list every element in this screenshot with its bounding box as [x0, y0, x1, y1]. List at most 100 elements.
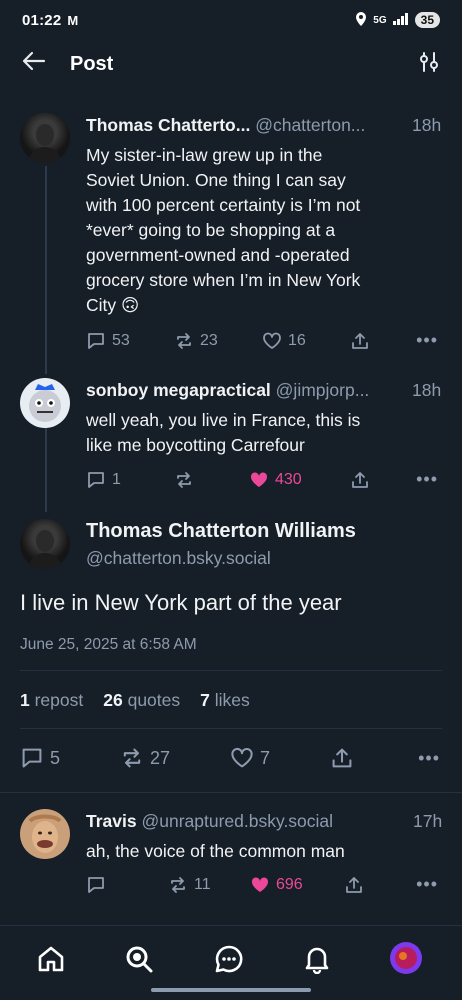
author-name[interactable]: Thomas Chatterto... — [86, 115, 250, 135]
share-button[interactable] — [350, 470, 410, 490]
reply-button[interactable]: 5 — [20, 746, 120, 770]
reply-count: 5 — [50, 747, 61, 768]
avatar[interactable] — [20, 809, 70, 859]
repost-stat-label: repost — [34, 690, 84, 710]
share-button[interactable] — [344, 875, 404, 895]
post-text-line: Soviet Union. One thing I can say — [86, 170, 346, 190]
reply-text-line: well yeah, you live in France, this is — [86, 410, 361, 430]
reply-text-line: like me boycotting Carrefour — [86, 435, 305, 455]
quote-stat[interactable]: 26 quotes — [103, 690, 180, 711]
thread-line — [45, 428, 47, 512]
main-post-text: I live in New York part of the year — [20, 590, 342, 615]
post-time[interactable]: 18h — [412, 115, 441, 136]
like-stat-label: likes — [214, 690, 250, 710]
repost-button[interactable]: 27 — [120, 746, 230, 770]
more-options-icon[interactable]: ••• — [416, 330, 438, 351]
repost-count: 11 — [194, 875, 211, 893]
share-button[interactable] — [350, 331, 410, 351]
status-time: 01:22 — [22, 11, 62, 29]
heart-filled-icon — [251, 876, 269, 892]
like-count: 7 — [260, 747, 271, 768]
child-reply-time[interactable]: 17h — [413, 811, 442, 832]
heart-icon — [263, 332, 281, 349]
nav-search[interactable] — [124, 944, 154, 979]
nav-home[interactable] — [36, 944, 66, 979]
sort-settings-icon[interactable] — [418, 51, 440, 78]
location-icon — [355, 11, 367, 29]
child-reply-text: ah, the voice of the common man — [86, 841, 345, 861]
main-post-date: June 25, 2025 at 6:58 AM — [20, 636, 197, 653]
share-icon — [332, 748, 352, 768]
heart-icon — [231, 747, 253, 768]
repost-count: 27 — [150, 747, 171, 768]
repost-button[interactable]: 23 — [174, 331, 262, 351]
like-stat[interactable]: 7 likes — [200, 690, 250, 711]
repost-button[interactable]: 11 — [168, 875, 250, 895]
post-text: My sister-in-law grew up in the Soviet U… — [86, 143, 446, 318]
reply-time[interactable]: 18h — [412, 380, 441, 401]
page-header: Post — [0, 42, 462, 86]
repost-icon — [177, 471, 191, 488]
post-header: Thomas Chatterto... @chatterton... — [86, 115, 376, 136]
reply-button[interactable]: 1 — [86, 470, 174, 490]
author-handle[interactable]: @chatterton... — [255, 115, 365, 135]
divider — [20, 670, 442, 671]
more-options-icon[interactable]: ••• — [418, 748, 440, 769]
nav-chat[interactable] — [214, 944, 244, 979]
author-handle[interactable]: @jimpjorp... — [276, 380, 370, 400]
author-name[interactable]: Travis — [86, 811, 137, 831]
repost-stat[interactable]: 1 repost — [20, 690, 83, 711]
divider — [0, 792, 462, 793]
main-author-name[interactable]: Thomas Chatterton Williams — [86, 520, 356, 543]
home-icon — [38, 946, 64, 972]
reply-icon — [88, 471, 104, 488]
heart-filled-icon — [250, 471, 268, 487]
main-author-handle[interactable]: @chatterton.bsky.social — [86, 548, 271, 569]
chat-icon — [215, 945, 243, 973]
more-options-icon[interactable]: ••• — [416, 874, 438, 895]
like-button[interactable]: 696 — [250, 875, 344, 895]
share-icon — [346, 876, 362, 893]
avatar[interactable] — [20, 519, 70, 569]
avatar[interactable] — [20, 113, 70, 163]
like-button[interactable]: 16 — [262, 331, 350, 351]
reply-button[interactable] — [86, 875, 168, 895]
quote-stat-label: quotes — [127, 690, 181, 710]
system-home-indicator[interactable] — [151, 988, 311, 992]
back-arrow-icon[interactable] — [22, 50, 52, 78]
child-reply-header: Travis @unraptured.bsky.social — [86, 811, 396, 832]
reply-icon — [88, 332, 104, 349]
nav-notifications[interactable] — [302, 944, 332, 979]
like-stat-count: 7 — [200, 690, 210, 710]
post-text-line: *ever* going to be shopping at a — [86, 220, 336, 240]
gmail-icon: M — [67, 12, 79, 28]
like-count: 430 — [275, 470, 302, 488]
like-count: 696 — [276, 875, 303, 893]
reply-button[interactable]: 53 — [86, 331, 174, 351]
like-button[interactable]: 7 — [230, 746, 330, 770]
reply-text: well yeah, you live in France, this is l… — [86, 408, 446, 458]
avatar[interactable] — [20, 378, 70, 428]
5g-icon: 5G — [373, 14, 387, 26]
nav-profile[interactable] — [390, 942, 422, 979]
signal-icon — [392, 12, 409, 28]
author-handle[interactable]: @unraptured.bsky.social — [141, 811, 333, 831]
share-icon — [352, 332, 368, 349]
author-name[interactable]: sonboy megapractical — [86, 380, 271, 400]
share-icon — [352, 471, 368, 488]
share-button[interactable] — [330, 746, 390, 770]
battery-indicator: 35 — [414, 12, 440, 28]
reply-icon — [22, 748, 42, 768]
reply-count: 53 — [112, 331, 130, 349]
like-count: 16 — [288, 331, 306, 349]
page-title: Post — [70, 52, 114, 75]
status-bar: 01:22 M 5G 35 — [0, 0, 462, 40]
more-options-icon[interactable]: ••• — [416, 469, 438, 490]
reply-header: sonboy megapractical @jimpjorp... — [86, 380, 408, 401]
post-text-line: with 100 percent certainty is I’m not — [86, 195, 361, 215]
profile-avatar-icon — [390, 942, 422, 974]
reply-icon — [88, 876, 104, 893]
quote-stat-count: 26 — [103, 690, 123, 710]
repost-button[interactable] — [174, 470, 249, 490]
like-button[interactable]: 430 — [249, 470, 350, 490]
